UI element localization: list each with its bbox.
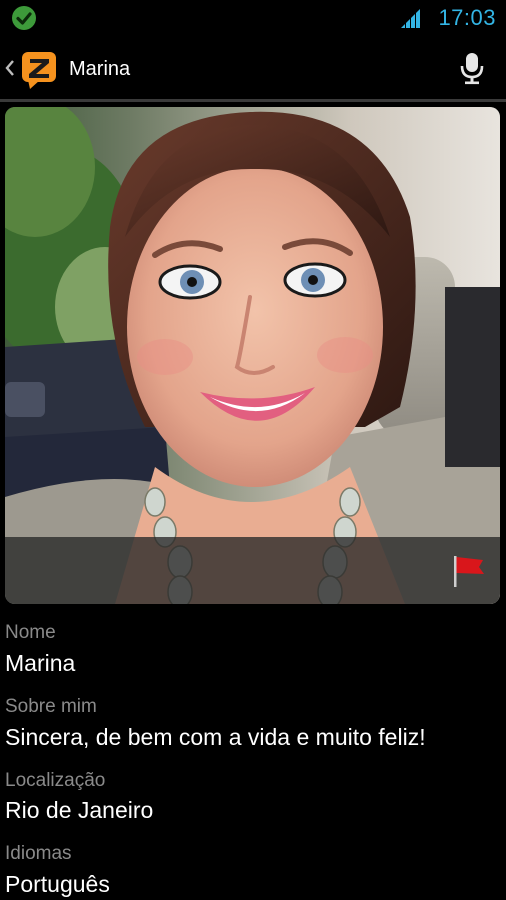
field-label-nome: Nome [5,622,56,643]
action-bar: Marina [0,36,506,100]
photo-caption-bar [5,537,500,604]
field-value-localizacao: Rio de Janeiro [5,797,154,823]
zoosk-logo-icon[interactable] [20,50,60,90]
status-time: 17:03 [438,5,496,30]
check-icon [12,6,36,30]
report-flag-icon[interactable] [452,553,486,589]
action-bar-divider [0,99,506,102]
profile-photo-image [5,107,500,604]
field-value-nome: Marina [5,650,76,676]
back-caret-icon[interactable] [4,56,16,80]
microphone-icon[interactable] [454,50,490,86]
field-label-idiomas: Idiomas [5,843,72,864]
profile-screen: 17:03 Marina Nome Marina Sobre mim Since… [0,0,506,900]
field-value-sobre-mim: Sincera, de bem com a vida e muito feliz… [5,724,426,750]
action-bar-title: Marina [69,58,131,80]
status-bar: 17:03 [0,0,506,36]
signal-icon [401,9,420,28]
profile-photo[interactable] [5,107,500,604]
field-label-sobre-mim: Sobre mim [5,696,97,717]
field-label-localizacao: Localização [5,770,106,791]
field-value-idiomas: Português [5,871,110,897]
